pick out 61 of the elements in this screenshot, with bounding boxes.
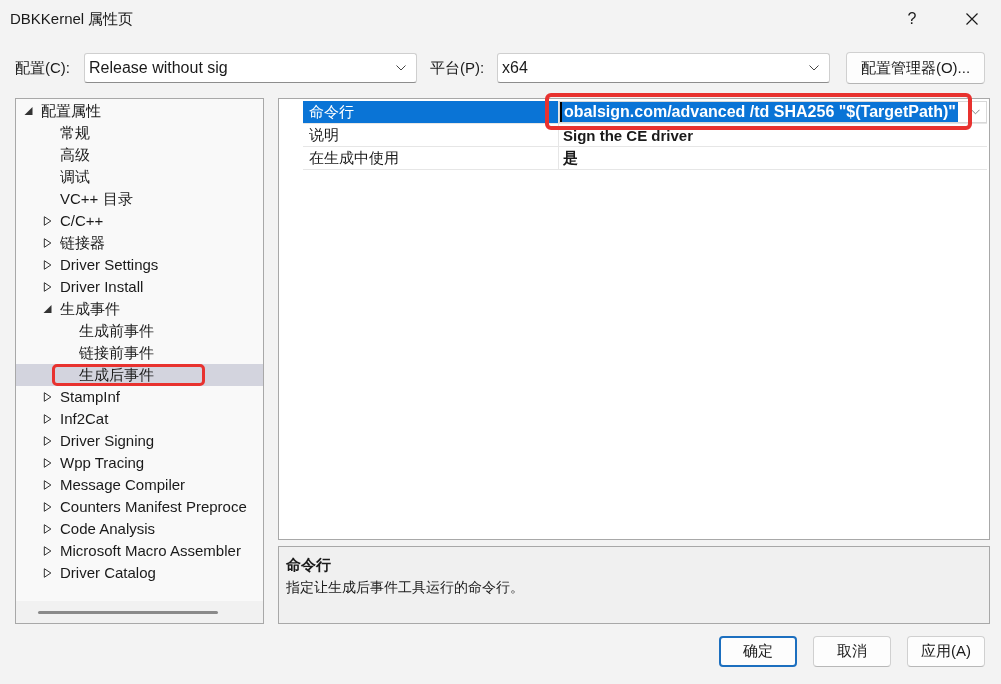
property-value: 是: [562, 148, 578, 168]
close-icon: [966, 13, 978, 25]
platform-label: 平台(P):: [430, 58, 486, 78]
tree-item[interactable]: Driver Settings: [16, 254, 263, 276]
expanded-triangle-icon[interactable]: [43, 304, 52, 314]
collapsed-triangle-icon[interactable]: [43, 392, 52, 402]
tree-item[interactable]: Driver Install: [16, 276, 263, 298]
tree-item[interactable]: 链接前事件: [16, 342, 263, 364]
expanded-triangle-icon[interactable]: [24, 106, 33, 116]
chevron-down-icon[interactable]: [971, 109, 980, 115]
collapsed-triangle-icon[interactable]: [43, 260, 52, 270]
tree-item[interactable]: Code Analysis: [16, 518, 263, 540]
collapsed-triangle-icon[interactable]: [43, 414, 52, 424]
collapsed-triangle-icon[interactable]: [43, 238, 52, 248]
tree-item[interactable]: VC++ 目录: [16, 188, 263, 210]
tree-item[interactable]: 链接器: [16, 232, 263, 254]
description-title: 命令行: [286, 555, 331, 575]
collapsed-triangle-icon[interactable]: [43, 458, 52, 468]
window-title: DBKKernel 属性页: [10, 9, 135, 29]
property-value: Sign the CE driver: [562, 126, 694, 144]
collapsed-triangle-icon[interactable]: [43, 216, 52, 226]
collapsed-triangle-icon[interactable]: [43, 568, 52, 578]
property-value-field[interactable]: obalsign.com/advanced /td SHA256 "$(TargetPath)": [559, 101, 987, 123]
collapsed-triangle-icon[interactable]: [43, 436, 52, 446]
collapsed-triangle-icon[interactable]: [43, 546, 52, 556]
help-button[interactable]: ?: [889, 0, 935, 38]
chevron-down-icon: [809, 65, 819, 71]
tree-item[interactable]: Wpp Tracing: [16, 452, 263, 474]
collapsed-triangle-icon[interactable]: [43, 282, 52, 292]
configuration-dropdown[interactable]: Release without sig: [84, 53, 417, 83]
tree-item[interactable]: 调试: [16, 166, 263, 188]
property-name[interactable]: 命令行: [303, 101, 559, 124]
tree-item[interactable]: 常规: [16, 122, 263, 144]
tree-item[interactable]: Driver Catalog: [16, 562, 263, 584]
tree-item[interactable]: 生成事件: [16, 298, 263, 320]
collapsed-triangle-icon[interactable]: [43, 480, 52, 490]
tree-item[interactable]: Message Compiler: [16, 474, 263, 496]
configuration-label: 配置(C):: [15, 58, 71, 78]
horizontal-scrollbar[interactable]: [16, 601, 263, 623]
property-name[interactable]: 在生成中使用: [303, 147, 559, 170]
tree-item[interactable]: Counters Manifest Preproce: [16, 496, 263, 518]
platform-dropdown[interactable]: x64: [497, 53, 830, 83]
tree-item[interactable]: StampInf: [16, 386, 263, 408]
tree-item[interactable]: 生成前事件: [16, 320, 263, 342]
tree-item[interactable]: 配置属性: [16, 100, 263, 122]
dialog-button[interactable]: 应用(A): [907, 636, 985, 667]
collapsed-triangle-icon[interactable]: [43, 502, 52, 512]
tree-item[interactable]: 生成后事件: [16, 364, 263, 386]
tree-item[interactable]: 高级: [16, 144, 263, 166]
collapsed-triangle-icon[interactable]: [43, 524, 52, 534]
tree-item[interactable]: Inf2Cat: [16, 408, 263, 430]
chevron-down-icon: [396, 65, 406, 71]
property-name[interactable]: 说明: [303, 124, 559, 147]
tree-item[interactable]: Microsoft Macro Assembler: [16, 540, 263, 562]
scrollbar-thumb[interactable]: [38, 610, 218, 614]
description-text: 指定让生成后事件工具运行的命令行。: [286, 578, 524, 597]
dialog-button[interactable]: 取消: [813, 636, 891, 667]
configuration-manager-button[interactable]: 配置管理器(O)...: [846, 52, 985, 84]
dialog-button[interactable]: 确定: [719, 636, 797, 667]
tree-item[interactable]: Driver Signing: [16, 430, 263, 452]
tree-item[interactable]: C/C++: [16, 210, 263, 232]
